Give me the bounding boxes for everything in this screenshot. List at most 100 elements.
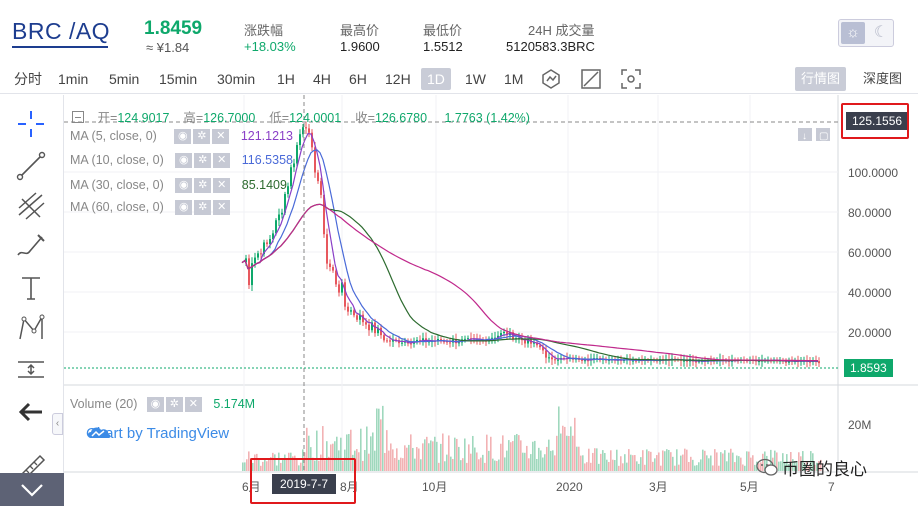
eye-icon[interactable]: ◉ bbox=[175, 178, 193, 194]
ticker-header: BRC /AQ 1.8459 ≈ ¥1.84 涨跌幅 +18.03% 最高价 1… bbox=[0, 0, 918, 62]
sun-icon[interactable]: ☼ bbox=[841, 22, 865, 44]
price-tick: 80.0000 bbox=[848, 206, 892, 220]
pair-underline bbox=[12, 46, 108, 48]
ma-label: MA (60, close, 0) bbox=[70, 200, 164, 214]
timeframe-4h[interactable]: 4H bbox=[311, 68, 333, 90]
high-label: 最高价 bbox=[340, 23, 380, 38]
ma-legend-row: MA (60, close, 0) ◉ ✲ ✕ bbox=[70, 200, 232, 216]
close-icon[interactable]: ✕ bbox=[213, 200, 231, 216]
watermark-text: 币圈的良心 bbox=[782, 460, 867, 479]
timeframe-minute[interactable]: 分时 bbox=[12, 68, 44, 90]
close-icon[interactable]: ✕ bbox=[213, 178, 231, 194]
ma-label: MA (5, close, 0) bbox=[70, 129, 157, 143]
eye-icon[interactable]: ◉ bbox=[175, 200, 193, 216]
measure-icon[interactable] bbox=[14, 353, 48, 387]
tab-kline-view[interactable]: 行情图 bbox=[795, 67, 847, 91]
gear-icon[interactable]: ✲ bbox=[194, 178, 212, 194]
ma-label: MA (30, close, 0) bbox=[70, 178, 164, 192]
price-tick: 100.0000 bbox=[848, 166, 898, 180]
symbol-collapse-icon[interactable] bbox=[72, 111, 84, 123]
ma-legend-row: MA (5, close, 0) ◉ ✲ ✕ 121.1213 bbox=[70, 129, 293, 145]
chart-toolbar: 分时 1min 5min 15min 30min 1H 4H 6H 12H 1D… bbox=[0, 62, 918, 94]
gear-icon[interactable]: ✲ bbox=[194, 153, 212, 169]
gear-icon[interactable]: ✲ bbox=[165, 397, 183, 413]
timeframe-1min[interactable]: 1min bbox=[56, 68, 90, 90]
time-tick: 7 bbox=[828, 480, 835, 494]
trend-line-icon[interactable] bbox=[14, 149, 48, 183]
change-value: +18.03% bbox=[244, 39, 296, 54]
timeframe-15min[interactable]: 15min bbox=[157, 68, 199, 90]
eye-icon[interactable]: ◉ bbox=[174, 129, 192, 145]
close-label: 收 bbox=[355, 111, 368, 125]
brush-icon[interactable] bbox=[14, 229, 48, 263]
close-icon[interactable]: ✕ bbox=[212, 129, 230, 145]
low-label: 最低价 bbox=[423, 23, 463, 38]
eye-icon[interactable]: ◉ bbox=[146, 397, 164, 413]
ma-value: 121.1213 bbox=[240, 129, 293, 143]
pitchfork-icon[interactable] bbox=[14, 189, 48, 223]
low-value: 1.5512 bbox=[423, 39, 463, 54]
crosshair-icon[interactable] bbox=[14, 107, 48, 141]
tradingview-brand[interactable]: Chart by TradingView bbox=[86, 425, 229, 442]
timeframe-5min[interactable]: 5min bbox=[107, 68, 141, 90]
compare-icon[interactable] bbox=[580, 68, 602, 90]
price-tick: 20.0000 bbox=[848, 326, 892, 340]
eye-icon[interactable]: ◉ bbox=[175, 153, 193, 169]
moon-icon[interactable]: ☾ bbox=[869, 21, 893, 45]
price-cny: ≈ ¥1.84 bbox=[146, 40, 190, 55]
timeframe-1d[interactable]: 1D bbox=[421, 68, 451, 90]
ma-value: 85.1409 bbox=[241, 178, 287, 192]
open-label: 开 bbox=[97, 111, 110, 125]
timeframe-1h[interactable]: 1H bbox=[275, 68, 297, 90]
close-icon[interactable]: ✕ bbox=[213, 153, 231, 169]
highlight-box-price bbox=[841, 103, 909, 139]
gear-icon[interactable]: ✲ bbox=[194, 200, 212, 216]
theme-toggle[interactable]: ☼ ☾ bbox=[838, 19, 894, 47]
highlight-box-date bbox=[250, 458, 356, 504]
back-arrow-icon[interactable] bbox=[14, 395, 48, 429]
chevron-down-icon bbox=[21, 484, 43, 497]
volume-value: 5.174M bbox=[213, 397, 256, 411]
cloud-logo-icon bbox=[88, 427, 111, 438]
ma-value: 116.5358 bbox=[241, 153, 293, 167]
tab-depth-view[interactable]: 深度图 bbox=[857, 67, 908, 91]
more-tools-toggle[interactable] bbox=[0, 473, 64, 506]
ma-label: MA (10, close, 0) bbox=[70, 153, 164, 167]
change-value: 1.7763 (1.42%) bbox=[444, 111, 530, 125]
high-value: 1.9600 bbox=[340, 39, 380, 54]
maximize-icon: ▢ bbox=[819, 131, 828, 142]
pair-name[interactable]: BRC /AQ bbox=[12, 18, 110, 45]
collapse-tools-button[interactable]: ‹ bbox=[52, 413, 63, 435]
low-label: 低 bbox=[269, 111, 282, 125]
indicator-icon[interactable] bbox=[540, 68, 562, 90]
volume-24h-label: 24H 成交量 bbox=[528, 23, 595, 38]
moving-averages bbox=[241, 132, 819, 363]
wechat-icon bbox=[756, 458, 778, 476]
volume-label: Volume (20) bbox=[70, 397, 138, 411]
timeframe-1w[interactable]: 1W bbox=[463, 68, 488, 90]
open-value: 124.9017 bbox=[117, 111, 170, 125]
time-tick: 3月 bbox=[649, 480, 668, 494]
pattern-icon[interactable] bbox=[14, 311, 48, 345]
low-value: 124.0001 bbox=[289, 111, 342, 125]
close-icon[interactable]: ✕ bbox=[184, 397, 202, 413]
volume-legend: Volume (20) ◉ ✲ ✕ 5.174M bbox=[70, 397, 256, 413]
price-tick: 60.0000 bbox=[848, 246, 892, 260]
time-tick: 5月 bbox=[740, 480, 759, 494]
price-chart[interactable]: 100.0000 80.0000 60.0000 40.0000 20.0000… bbox=[64, 95, 918, 506]
gear-icon[interactable]: ✲ bbox=[193, 129, 211, 145]
timeframe-12h[interactable]: 12H bbox=[383, 68, 413, 90]
timeframe-1m[interactable]: 1M bbox=[502, 68, 525, 90]
time-tick: 2020 bbox=[556, 480, 583, 494]
timeframe-30min[interactable]: 30min bbox=[215, 68, 257, 90]
high-value: 126.7000 bbox=[203, 111, 256, 125]
close-value: 126.6780 bbox=[374, 111, 428, 125]
change-label: 涨跌幅 bbox=[244, 23, 284, 38]
last-price: 1.8459 bbox=[144, 18, 203, 39]
last-price-tag: 1.8593 bbox=[844, 359, 893, 377]
grid-lines bbox=[64, 95, 838, 472]
fullscreen-icon[interactable] bbox=[620, 68, 642, 90]
ma-legend-row: MA (30, close, 0) ◉ ✲ ✕ 85.1409 bbox=[70, 178, 287, 194]
text-icon[interactable] bbox=[14, 271, 48, 305]
timeframe-6h[interactable]: 6H bbox=[347, 68, 369, 90]
